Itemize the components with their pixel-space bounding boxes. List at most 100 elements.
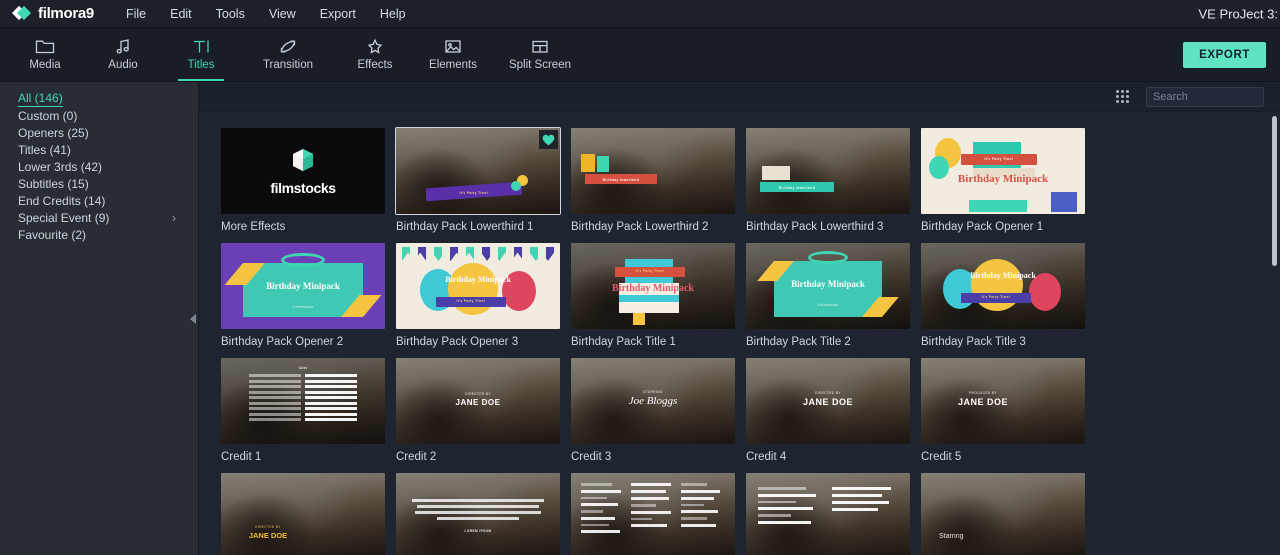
template-thumbnail[interactable]: DIRECTED BY JANE DOE	[746, 358, 910, 444]
template-card[interactable]: DIRECTED BY JANE DOE Credit 6	[221, 473, 385, 555]
favorite-button[interactable]	[539, 130, 558, 149]
template-thumbnail[interactable]: Birthday lowerthird	[571, 128, 735, 214]
template-card[interactable]: Birthday lowerthird Birthday Pack Lowert…	[746, 128, 910, 233]
tab-split-screen[interactable]: Split Screen	[492, 28, 588, 81]
template-thumbnail[interactable]: DIRECTED BY JANE DOE	[221, 473, 385, 555]
tab-effects[interactable]: Effects	[336, 28, 414, 81]
image-icon	[443, 38, 463, 55]
template-card[interactable]: filmstocks More Effects	[221, 128, 385, 233]
overlay-text: Starring	[939, 533, 964, 540]
template-thumbnail[interactable]: DIRECTED BY JANE DOE	[396, 358, 560, 444]
export-button[interactable]: EXPORT	[1183, 41, 1266, 68]
overlay-subtext: Celebration	[817, 303, 839, 307]
sidebar-item-label: Lower 3rds (42)	[18, 159, 103, 174]
filmstocks-logo: filmstocks	[221, 128, 385, 214]
sidebar-item-all[interactable]: All (146)	[0, 90, 198, 107]
template-card[interactable]: It's Party Time! Birthday Minipack Birth…	[921, 128, 1085, 233]
template-card[interactable]: Birthday Minipack It's Party Time! Birth…	[396, 243, 560, 348]
overlay-text: Birthday Minipack	[957, 173, 1049, 185]
tab-titles-label: Titles	[187, 59, 215, 71]
transition-arrows-icon	[278, 38, 298, 55]
overlay-text: Cast	[298, 366, 308, 370]
search-box[interactable]	[1146, 86, 1280, 107]
template-caption: Credit 3	[571, 451, 612, 463]
template-card[interactable]: STARRING Joe Bloggs Credit 3	[571, 358, 735, 463]
menu-edit[interactable]: Edit	[158, 3, 204, 25]
sidebar-item-label: Custom (0)	[18, 108, 78, 123]
template-caption: Credit 2	[396, 451, 437, 463]
template-card[interactable]: Birthday lowerthird Birthday Pack Lowert…	[571, 128, 735, 233]
overlay-text: Joe Bloggs	[628, 395, 678, 407]
template-card[interactable]: Cast Credit 1	[221, 358, 385, 463]
template-caption: Birthday Pack Opener 2	[221, 336, 344, 348]
template-thumbnail[interactable]: Cast	[221, 358, 385, 444]
template-card[interactable]: Credit 8	[571, 473, 735, 555]
sidebar-collapse-button[interactable]	[187, 306, 199, 332]
template-thumbnail[interactable]: It's Party Time!	[395, 127, 561, 215]
template-card[interactable]: LOREM IPSUM Credit 7	[396, 473, 560, 555]
template-card[interactable]: DIRECTED BY JANE DOE Credit 4	[746, 358, 910, 463]
photo-backdrop	[221, 473, 385, 555]
sidebar-item-favourite[interactable]: Favourite (2)	[0, 226, 198, 243]
template-thumbnail[interactable]: Birthday Minipack It's Party Time!	[396, 243, 560, 329]
ribbon-text: It's Party Time!	[981, 295, 1011, 299]
grid-view-icon[interactable]	[1113, 87, 1132, 106]
sidebar-item-titles[interactable]: Titles (41)	[0, 141, 198, 158]
template-thumbnail[interactable]: Birthday Minipack Celebration	[746, 243, 910, 329]
templates-scroll-area[interactable]: filmstocks More Effects It's Party Time!	[199, 112, 1280, 555]
template-caption: Birthday Pack Title 1	[571, 336, 676, 348]
template-thumbnail[interactable]: filmstocks	[221, 128, 385, 214]
menu-help[interactable]: Help	[368, 3, 418, 25]
menu-tools[interactable]: Tools	[204, 3, 257, 25]
tab-transition[interactable]: Transition	[240, 28, 336, 81]
sidebar-item-custom[interactable]: Custom (0)	[0, 107, 198, 124]
menu-bar: File Edit Tools View Export Help	[114, 3, 418, 25]
template-card[interactable]	[746, 473, 910, 555]
overlay-text: Birthday Minipack	[612, 283, 694, 294]
overlay-text: It's Party Time!	[459, 191, 489, 195]
template-thumbnail[interactable]	[746, 473, 910, 555]
photo-backdrop	[921, 473, 1085, 555]
split-layout-icon	[530, 38, 550, 55]
template-caption: Birthday Pack Lowerthird 2	[571, 221, 709, 233]
sidebar-item-end-credits[interactable]: End Credits (14)	[0, 192, 198, 209]
template-thumbnail[interactable]: Birthday Minipack Celebration	[221, 243, 385, 329]
template-thumbnail[interactable]: It's Party Time! Birthday Minipack	[571, 243, 735, 329]
tab-audio[interactable]: Audio	[84, 28, 162, 81]
templates-panel: filmstocks More Effects It's Party Time!	[199, 82, 1280, 555]
search-input[interactable]	[1153, 90, 1280, 103]
template-card[interactable]: It's Party Time! Birthday Pack Lowerthir…	[395, 127, 561, 233]
menu-file[interactable]: File	[114, 3, 158, 25]
template-card[interactable]: Birthday Minipack It's Party Time! Birth…	[921, 243, 1085, 348]
template-card[interactable]: Birthday Minipack Celebration Birthday P…	[221, 243, 385, 348]
template-card[interactable]: Birthday Minipack Celebration Birthday P…	[746, 243, 910, 348]
menu-view[interactable]: View	[257, 3, 308, 25]
tab-elements[interactable]: Elements	[414, 28, 492, 81]
template-card[interactable]: DIRECTED BY JANE DOE Credit 2	[396, 358, 560, 463]
overlay-text: Birthday Minipack	[445, 275, 511, 284]
sidebar-item-lower-3rds[interactable]: Lower 3rds (42)	[0, 158, 198, 175]
template-card[interactable]: PRODUCED BY JANE DOE Credit 5	[921, 358, 1085, 463]
menu-export[interactable]: Export	[308, 3, 368, 25]
tab-transition-label: Transition	[262, 59, 314, 71]
template-caption: Birthday Pack Lowerthird 1	[396, 221, 534, 233]
template-thumbnail[interactable]: It's Party Time! Birthday Minipack	[921, 128, 1085, 214]
template-caption: Birthday Pack Title 2	[746, 336, 851, 348]
template-thumbnail[interactable]: LOREM IPSUM	[396, 473, 560, 555]
template-thumbnail[interactable]: Birthday Minipack It's Party Time!	[921, 243, 1085, 329]
app-name: filmora9	[38, 5, 94, 22]
tab-titles[interactable]: Titles	[162, 28, 240, 81]
template-thumbnail[interactable]	[571, 473, 735, 555]
template-card[interactable]: Starring	[921, 473, 1085, 555]
sidebar-item-subtitles[interactable]: Subtitles (15)	[0, 175, 198, 192]
template-thumbnail[interactable]: PRODUCED BY JANE DOE	[921, 358, 1085, 444]
scrollbar-thumb[interactable]	[1272, 116, 1277, 266]
template-card[interactable]: It's Party Time! Birthday Minipack Birth…	[571, 243, 735, 348]
tab-media[interactable]: Media	[6, 28, 84, 81]
template-thumbnail[interactable]: Starring	[921, 473, 1085, 555]
template-thumbnail[interactable]: STARRING Joe Bloggs	[571, 358, 735, 444]
template-thumbnail[interactable]: Birthday lowerthird	[746, 128, 910, 214]
sidebar-item-special-event[interactable]: Special Event (9) ›	[0, 209, 198, 226]
sidebar-item-label: End Credits (14)	[18, 193, 106, 208]
sidebar-item-openers[interactable]: Openers (25)	[0, 124, 198, 141]
